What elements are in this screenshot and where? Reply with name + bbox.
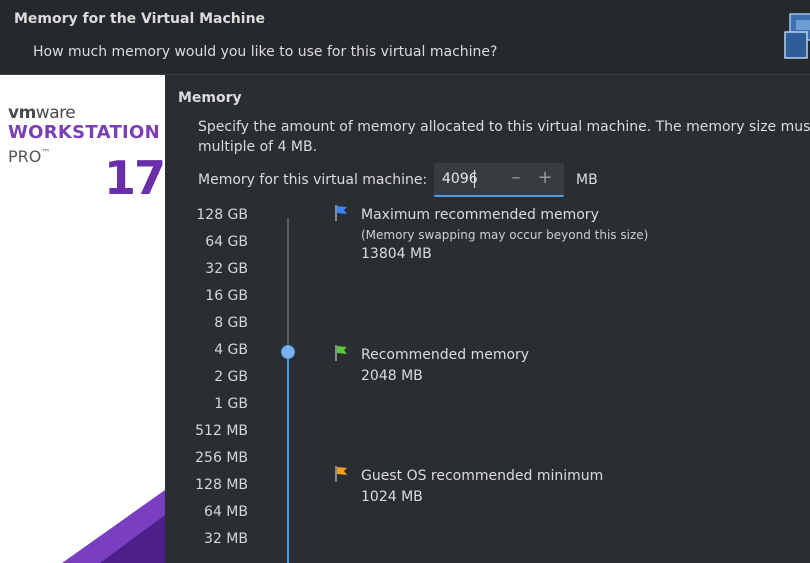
green-flag-icon: [335, 345, 347, 361]
product-name: WORKSTATION: [8, 122, 160, 143]
memory-unit-label: MB: [576, 172, 598, 188]
memory-settings-panel: Memory Specify the amount of memory allo…: [165, 75, 810, 563]
slider-track[interactable]: [287, 218, 289, 351]
max-recommended-title: Maximum recommended memory: [361, 207, 599, 223]
vmware-logo: vmware: [8, 103, 76, 123]
page-title: Memory for the Virtual Machine: [14, 11, 266, 27]
recommended-memory-title: Recommended memory: [361, 347, 530, 363]
product-version: 17: [104, 151, 165, 205]
slider-thumb[interactable]: [281, 345, 295, 359]
blue-flag-icon: [335, 205, 347, 221]
scale-label: 64 MB: [204, 504, 248, 520]
max-recommended-value: 13804 MB: [361, 246, 432, 262]
guest-os-minimum-value: 1024 MB: [361, 489, 423, 505]
scale-label: 16 GB: [205, 288, 248, 304]
scale-label: 32 MB: [204, 531, 248, 547]
virtual-machine-icon: [784, 13, 810, 59]
product-brand-panel: vmware WORKSTATION PRO™ 17: [0, 75, 165, 563]
scale-label: 64 GB: [205, 234, 248, 250]
memory-description: Specify the amount of memory allocated t…: [198, 119, 810, 155]
orange-flag-icon: [335, 466, 347, 482]
memory-spinbox[interactable]: 4096 – +: [434, 163, 564, 197]
slider-track-filled[interactable]: [287, 351, 289, 563]
text-cursor: [474, 170, 475, 188]
scale-label: 2 GB: [214, 369, 248, 385]
recommended-memory-value: 2048 MB: [361, 368, 423, 384]
max-recommended-note: (Memory swapping may occur beyond this s…: [361, 228, 649, 242]
memory-input[interactable]: 4096: [442, 171, 478, 187]
decrement-button[interactable]: –: [505, 167, 527, 189]
scale-label: 8 GB: [214, 315, 248, 331]
increment-button[interactable]: +: [534, 167, 556, 189]
scale-label: 256 MB: [195, 450, 248, 466]
product-edition: PRO™: [8, 147, 51, 166]
guest-os-minimum-title: Guest OS recommended minimum: [361, 468, 604, 484]
scale-label: 1 GB: [214, 396, 248, 412]
scale-label: 4 GB: [214, 342, 248, 358]
scale-label: 32 GB: [205, 261, 248, 277]
memory-field-label: Memory for this virtual machine:: [198, 172, 428, 188]
scale-label: 128 GB: [196, 207, 248, 223]
wizard-header: Memory for the Virtual Machine How much …: [0, 0, 810, 75]
scale-label: 512 MB: [195, 423, 248, 439]
scale-label: 128 MB: [195, 477, 248, 493]
section-title: Memory: [178, 90, 242, 106]
page-subtitle: How much memory would you like to use fo…: [33, 44, 498, 60]
